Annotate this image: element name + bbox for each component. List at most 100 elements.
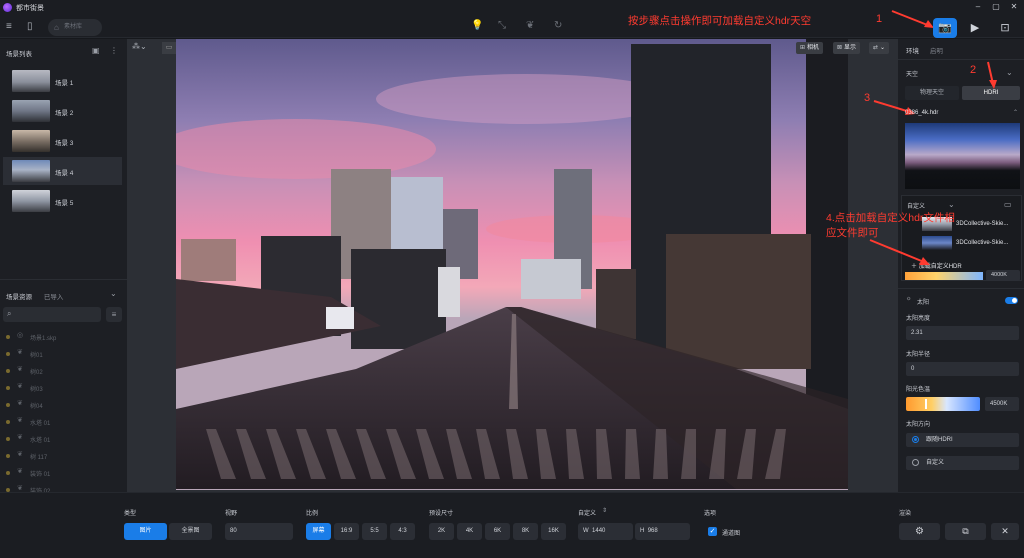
menu-icon[interactable]: ≡ [6, 21, 12, 32]
tab-environment[interactable]: 环境 [906, 48, 919, 55]
render-viewport-image[interactable] [176, 39, 848, 490]
display-icon: ⊠ [837, 45, 843, 51]
follow-hdri-radio[interactable] [912, 436, 919, 443]
video-button[interactable]: ▶ [963, 18, 987, 38]
scene-thumbnail [12, 190, 50, 212]
viewport-mode-button[interactable]: ▭ [162, 42, 176, 54]
view-input[interactable]: 80 [225, 523, 293, 540]
custom-direction-option[interactable]: 自定义 [906, 456, 1019, 470]
scene-item[interactable]: 场景 3 [3, 127, 122, 155]
channel-map-checkbox[interactable]: ✓ [708, 527, 717, 536]
section-divider [898, 288, 1024, 289]
hdr-color-bar [905, 272, 983, 280]
right-panel-tabs: 环境 启明 [906, 45, 952, 55]
sun-color-slider[interactable] [906, 397, 980, 411]
close-window-icon[interactable]: ✕ [1008, 2, 1020, 12]
view-options-button[interactable]: ⇄ ⌄ [869, 42, 890, 54]
leaf-icon: ❦ [17, 434, 23, 441]
sun-radius-input[interactable]: 0 [906, 362, 1019, 376]
sun-toggle[interactable] [1005, 297, 1018, 304]
leaf-icon: ❦ [17, 468, 23, 475]
type-panorama-button[interactable]: 全景图 [169, 523, 212, 540]
close-bottom-bar-button[interactable]: ✕ [991, 523, 1019, 540]
custom-direction-radio[interactable] [912, 459, 919, 466]
scene-thumbnail [12, 160, 50, 182]
ratio-screen-button[interactable]: 屏幕 [306, 523, 331, 540]
tab-lighting[interactable]: 启明 [930, 48, 943, 55]
material-library-button[interactable]: ⌂ 素材库 [48, 19, 102, 36]
preset-6k-button[interactable]: 6K [485, 523, 510, 540]
follow-hdri-option[interactable]: 跟随HDRI [906, 433, 1019, 447]
path-icon[interactable]: ⤡ [498, 20, 506, 31]
tab-scene-resources[interactable]: 场景资源 [6, 294, 32, 301]
custom-hdr-label: 自定义 [907, 204, 926, 210]
custom-size-label: 自定义 [578, 511, 597, 517]
type-label: 类型 [124, 511, 137, 517]
sun-brightness-input[interactable]: 2.31 [906, 326, 1019, 340]
document-icon[interactable]: ▯ [27, 21, 33, 32]
search-icon: ⌕ [7, 309, 12, 318]
chevron-icon[interactable]: ⌄ [110, 289, 117, 298]
scene-list-title: 场景列表 [6, 51, 32, 58]
render-label: 渲染 [899, 511, 912, 517]
chevron-up-icon: ⌃ [1012, 110, 1018, 116]
scene-thumbnail [12, 130, 50, 152]
hdr-file-item[interactable]: 3DCollective-Skie... [956, 221, 1008, 227]
app-logo-icon [3, 3, 12, 12]
ratio-4-3-button[interactable]: 4:3 [390, 523, 415, 540]
maximize-icon[interactable]: ▢ [990, 2, 1002, 12]
leaf-icon: ❦ [17, 451, 23, 458]
leaf-icon: ❦ [17, 383, 23, 390]
more-icon[interactable]: ⋮ [110, 46, 118, 55]
height-input[interactable]: H 968 [635, 523, 690, 540]
chevron-down-icon[interactable]: ⌄ [948, 200, 955, 209]
hdr-color-temp-field[interactable]: 4000K [986, 270, 1020, 281]
render-capture-button[interactable]: ⧉ [945, 523, 986, 540]
ratio-16-9-button[interactable]: 16:9 [334, 523, 359, 540]
add-scene-icon[interactable]: ▣ [92, 46, 100, 55]
sun-color-temp-input[interactable]: 4500K [985, 397, 1019, 411]
width-input[interactable]: W 1440 [578, 523, 633, 540]
sky-collapse-icon[interactable]: ⌄ [1006, 68, 1013, 77]
ratio-label: 比例 [306, 511, 319, 517]
leaf-icon[interactable]: ❦ [526, 20, 534, 31]
top-bar: 都市街景 – ▢ ✕ ≡ ▯ ⌂ 素材库 💡 ⤡ ❦ ↻ 按步骤点击操作即可加载… [0, 0, 1024, 38]
display-toggle-button[interactable]: ⊠ 显示 [833, 42, 861, 54]
leaf-icon: ❦ [17, 417, 23, 424]
options-label: 选项 [704, 511, 717, 517]
hdr-file-dropdown[interactable]: 0386_4k.hdr ⌃ [905, 110, 1018, 122]
scene-item[interactable]: 场景 5 [3, 187, 122, 215]
ratio-5-5-button[interactable]: 5:5 [362, 523, 387, 540]
resource-search-input[interactable]: ⌕ [3, 307, 101, 322]
scene-thumbnail [12, 100, 50, 122]
leaf-icon: ❦ [17, 400, 23, 407]
minimize-icon[interactable]: – [972, 2, 984, 12]
panel-divider [0, 279, 127, 280]
hdr-file-item[interactable]: 3DCollective-Skie... [956, 240, 1008, 246]
preset-8k-button[interactable]: 8K [513, 523, 538, 540]
scene-item-active[interactable]: 场景 4 [3, 157, 122, 185]
hdr-preview-image [905, 123, 1020, 189]
type-photo-button[interactable]: 图片 [124, 523, 167, 540]
camera-toggle-button[interactable]: ⊞ 相机 [796, 42, 824, 54]
render-camera-button[interactable]: 📷 [933, 18, 957, 38]
camera-icon: ⊞ [800, 45, 806, 51]
lightbulb-icon[interactable]: 💡 [471, 20, 483, 31]
render-settings-button[interactable]: ⚙ [899, 523, 940, 540]
preset-4k-button[interactable]: 4K [457, 523, 482, 540]
preset-2k-button[interactable]: 2K [429, 523, 454, 540]
folder-icon[interactable]: ▭ [1004, 200, 1012, 209]
scene-item[interactable]: 场景 1 [3, 67, 122, 95]
scene-thumbnail [12, 70, 50, 92]
refresh-icon[interactable]: ↻ [554, 20, 562, 31]
annotation-step-1: 1 [876, 13, 883, 25]
inbox-button[interactable]: ⊡ [993, 18, 1017, 38]
link-icon[interactable]: ⇕ [602, 507, 607, 514]
tab-imported[interactable]: 已导入 [44, 294, 64, 301]
list-view-button[interactable]: ≡ [106, 307, 122, 322]
slider-handle[interactable] [925, 399, 927, 409]
transform-tool-icon[interactable]: ⁂⌄ [132, 42, 147, 51]
preset-16k-button[interactable]: 16K [541, 523, 566, 540]
annotation-arrow-4 [869, 239, 930, 265]
scene-item[interactable]: 场景 2 [3, 97, 122, 125]
